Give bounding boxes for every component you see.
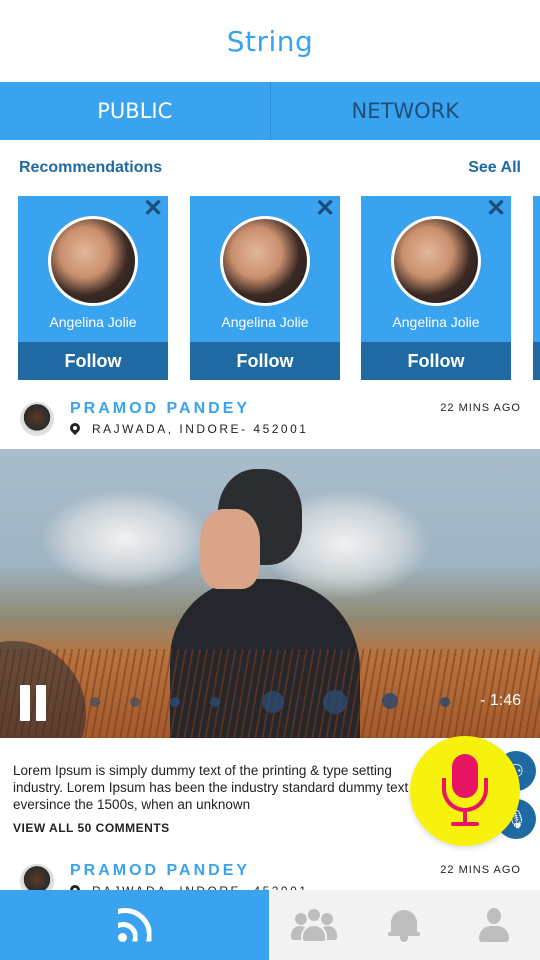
audio-waveform[interactable] bbox=[90, 689, 460, 719]
record-voice-button[interactable] bbox=[410, 736, 520, 846]
post-location: RAJWADA, INDORE- 452001 bbox=[70, 422, 308, 436]
nav-feed[interactable] bbox=[0, 890, 269, 960]
post-time: 22 MINS AGO bbox=[440, 864, 521, 876]
post-author[interactable]: PRAMOD PANDEY bbox=[70, 862, 250, 880]
recommendation-name: Angelina Jolie bbox=[392, 314, 480, 330]
post-header: PRAMOD PANDEY RAJWADA, INDORE- 452001 22… bbox=[0, 398, 540, 446]
tab-public[interactable]: PUBLIC bbox=[0, 82, 270, 140]
feed-tabs: PUBLIC NETWORK bbox=[0, 82, 540, 140]
avatar[interactable] bbox=[20, 402, 54, 436]
follow-button[interactable]: Follow bbox=[18, 342, 168, 380]
close-icon[interactable]: ✕ bbox=[314, 197, 336, 221]
post-location-text: RAJWADA, INDORE- 452001 bbox=[92, 422, 309, 436]
recommendation-card-peek bbox=[533, 196, 540, 380]
recommendation-card: ✕ Angelina Jolie Follow bbox=[361, 196, 511, 380]
recommendation-carousel[interactable]: ✕ Angelina Jolie Follow ✕ Angelina Jolie… bbox=[0, 196, 540, 380]
avatar bbox=[48, 216, 138, 306]
see-all-link[interactable]: See All bbox=[468, 159, 521, 177]
rss-feed-icon bbox=[117, 908, 152, 942]
bottom-navigation bbox=[0, 890, 540, 960]
location-pin-icon bbox=[70, 423, 80, 435]
group-icon bbox=[291, 907, 337, 943]
nav-profile[interactable] bbox=[449, 890, 539, 960]
app-header: String bbox=[0, 0, 540, 82]
post-author[interactable]: PRAMOD PANDEY bbox=[70, 400, 250, 418]
microphone-icon bbox=[438, 754, 492, 828]
follow-button[interactable]: Follow bbox=[361, 342, 511, 380]
recommendation-card: ✕ Angelina Jolie Follow bbox=[18, 196, 168, 380]
close-icon[interactable]: ✕ bbox=[142, 197, 164, 221]
user-icon bbox=[479, 908, 509, 942]
close-icon[interactable]: ✕ bbox=[485, 197, 507, 221]
bell-icon bbox=[388, 908, 420, 942]
avatar bbox=[391, 216, 481, 306]
recommendation-name: Angelina Jolie bbox=[221, 314, 309, 330]
avatar bbox=[220, 216, 310, 306]
recommendations-header: Recommendations See All bbox=[0, 150, 540, 186]
tab-network[interactable]: NETWORK bbox=[269, 82, 540, 140]
post-time: 22 MINS AGO bbox=[440, 402, 521, 414]
post-caption: Lorem Ipsum is simply dummy text of the … bbox=[13, 763, 409, 812]
nav-notifications[interactable] bbox=[359, 890, 449, 960]
pause-icon[interactable] bbox=[20, 685, 48, 721]
nav-groups[interactable] bbox=[269, 890, 359, 960]
follow-button[interactable]: Follow bbox=[190, 342, 340, 380]
post-media[interactable]: - 1:46 bbox=[0, 449, 540, 738]
recommendation-name: Angelina Jolie bbox=[49, 314, 137, 330]
app-title: String bbox=[226, 24, 314, 58]
recommendations-title: Recommendations bbox=[19, 159, 163, 176]
media-duration: - 1:46 bbox=[480, 692, 521, 709]
view-comments-link[interactable]: VIEW ALL 50 COMMENTS bbox=[13, 821, 170, 835]
recommendation-card: ✕ Angelina Jolie Follow bbox=[190, 196, 340, 380]
